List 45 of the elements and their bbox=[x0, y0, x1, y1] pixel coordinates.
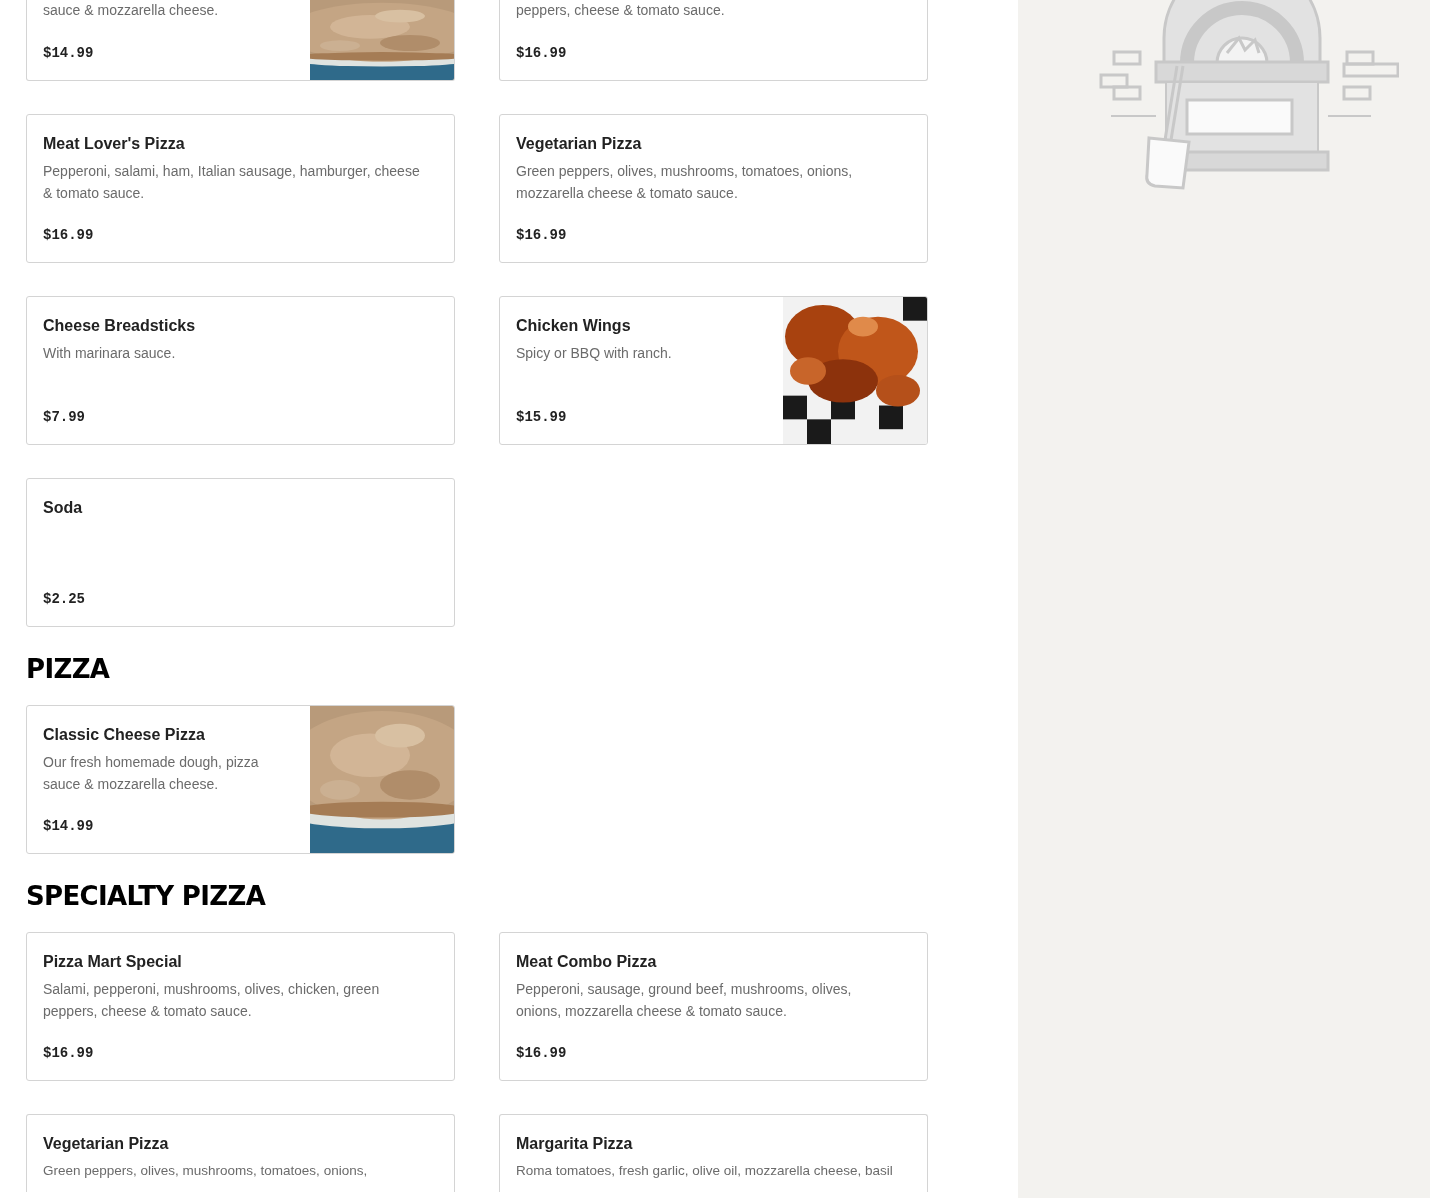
menu-card[interactable]: sauce & mozzarella cheese. $14.99 bbox=[26, 0, 455, 81]
item-description: Our fresh homemade dough, pizza sauce & mozzarella cheese. bbox=[43, 753, 260, 794]
menu-card[interactable]: Chicken Wings Spicy or BBQ with ranch. $15.99 bbox=[499, 296, 928, 445]
item-price: $7.99 bbox=[43, 408, 86, 427]
item-price: $14.99 bbox=[43, 44, 95, 63]
item-name: Chicken Wings bbox=[516, 316, 632, 336]
item-description: Salami, pepperoni, mushrooms, olives, chicken, green peppers, cheese & tomato sauce. bbox=[43, 980, 381, 1021]
menu-card[interactable]: Meat Lover's Pizza Pepperoni, salami, ham, Italian sausage, hamburger, cheese & tomato sauce. $16.99 bbox=[26, 114, 455, 263]
item-description: Pepperoni, salami, ham, Italian sausage, hamburger, cheese & tomato sauce. bbox=[43, 162, 421, 203]
item-name: Classic Cheese Pizza bbox=[43, 725, 206, 745]
item-description: peppers, cheese & tomato sauce. bbox=[516, 1, 726, 20]
menu-card[interactable]: Classic Cheese Pizza Our fresh homemade dough, pizza sauce & mozzarella cheese. $14.99 bbox=[26, 705, 455, 854]
menu-card[interactable]: Vegetarian Pizza Green peppers, olives, mushrooms, tomatoes, onions, bbox=[26, 1114, 455, 1192]
menu-card[interactable]: peppers, cheese & tomato sauce. $16.99 bbox=[499, 0, 928, 81]
item-price: $16.99 bbox=[516, 226, 568, 245]
menu-card[interactable]: Soda $2.25 bbox=[26, 478, 455, 627]
menu-card[interactable]: Vegetarian Pizza Green peppers, olives, mushrooms, tomatoes, onions, mozzarella cheese & tomato sauce. $16.99 bbox=[499, 114, 928, 263]
item-price: $2.25 bbox=[43, 590, 86, 609]
menu-card[interactable]: Meat Combo Pizza Pepperoni, sausage, ground beef, mushrooms, olives, onions, mozzarella cheese & tomato sauce. $16.99 bbox=[499, 932, 928, 1081]
item-name: Cheese Breadsticks bbox=[43, 316, 197, 336]
item-description: Green peppers, olives, mushrooms, tomatoes, onions, bbox=[43, 1162, 369, 1180]
menu-card[interactable]: Margarita Pizza Roma tomatoes, fresh garlic, olive oil, mozzarella cheese, basil bbox=[499, 1114, 928, 1192]
item-name: Vegetarian Pizza bbox=[516, 134, 643, 154]
item-name: Vegetarian Pizza bbox=[43, 1134, 170, 1154]
item-price: $16.99 bbox=[516, 44, 568, 63]
item-name: Soda bbox=[43, 498, 84, 518]
item-price: $14.99 bbox=[43, 817, 95, 836]
menu-card[interactable]: Pizza Mart Special Salami, pepperoni, mushrooms, olives, chicken, green peppers, cheese & tomato sauce. $16.99 bbox=[26, 932, 455, 1081]
item-price: $15.99 bbox=[516, 408, 568, 427]
section-heading: SPECIALTY PIZZA bbox=[26, 884, 267, 908]
item-description: With marinara sauce. bbox=[43, 344, 177, 363]
item-name: Pizza Mart Special bbox=[43, 952, 183, 972]
item-name: Meat Combo Pizza bbox=[516, 952, 658, 972]
item-description: Spicy or BBQ with ranch. bbox=[516, 344, 673, 363]
item-description: Roma tomatoes, fresh garlic, olive oil, mozzarella cheese, basil bbox=[516, 1162, 894, 1180]
menu-card[interactable]: Cheese Breadsticks With marinara sauce. $7.99 bbox=[26, 296, 455, 445]
item-name: Margarita Pizza bbox=[516, 1134, 634, 1154]
item-name: Meat Lover's Pizza bbox=[43, 134, 186, 154]
item-price: $16.99 bbox=[43, 1044, 95, 1063]
section-heading: PIZZA bbox=[26, 657, 111, 681]
item-description: sauce & mozzarella cheese. bbox=[43, 1, 220, 20]
item-price: $16.99 bbox=[43, 226, 95, 245]
item-price: $16.99 bbox=[516, 1044, 568, 1063]
item-description: Green peppers, olives, mushrooms, tomatoes, onions, mozzarella cheese & tomato sauce. bbox=[516, 162, 854, 203]
item-description: Pepperoni, sausage, ground beef, mushrooms, olives, onions, mozzarella cheese & tomato sauce. bbox=[516, 980, 853, 1021]
